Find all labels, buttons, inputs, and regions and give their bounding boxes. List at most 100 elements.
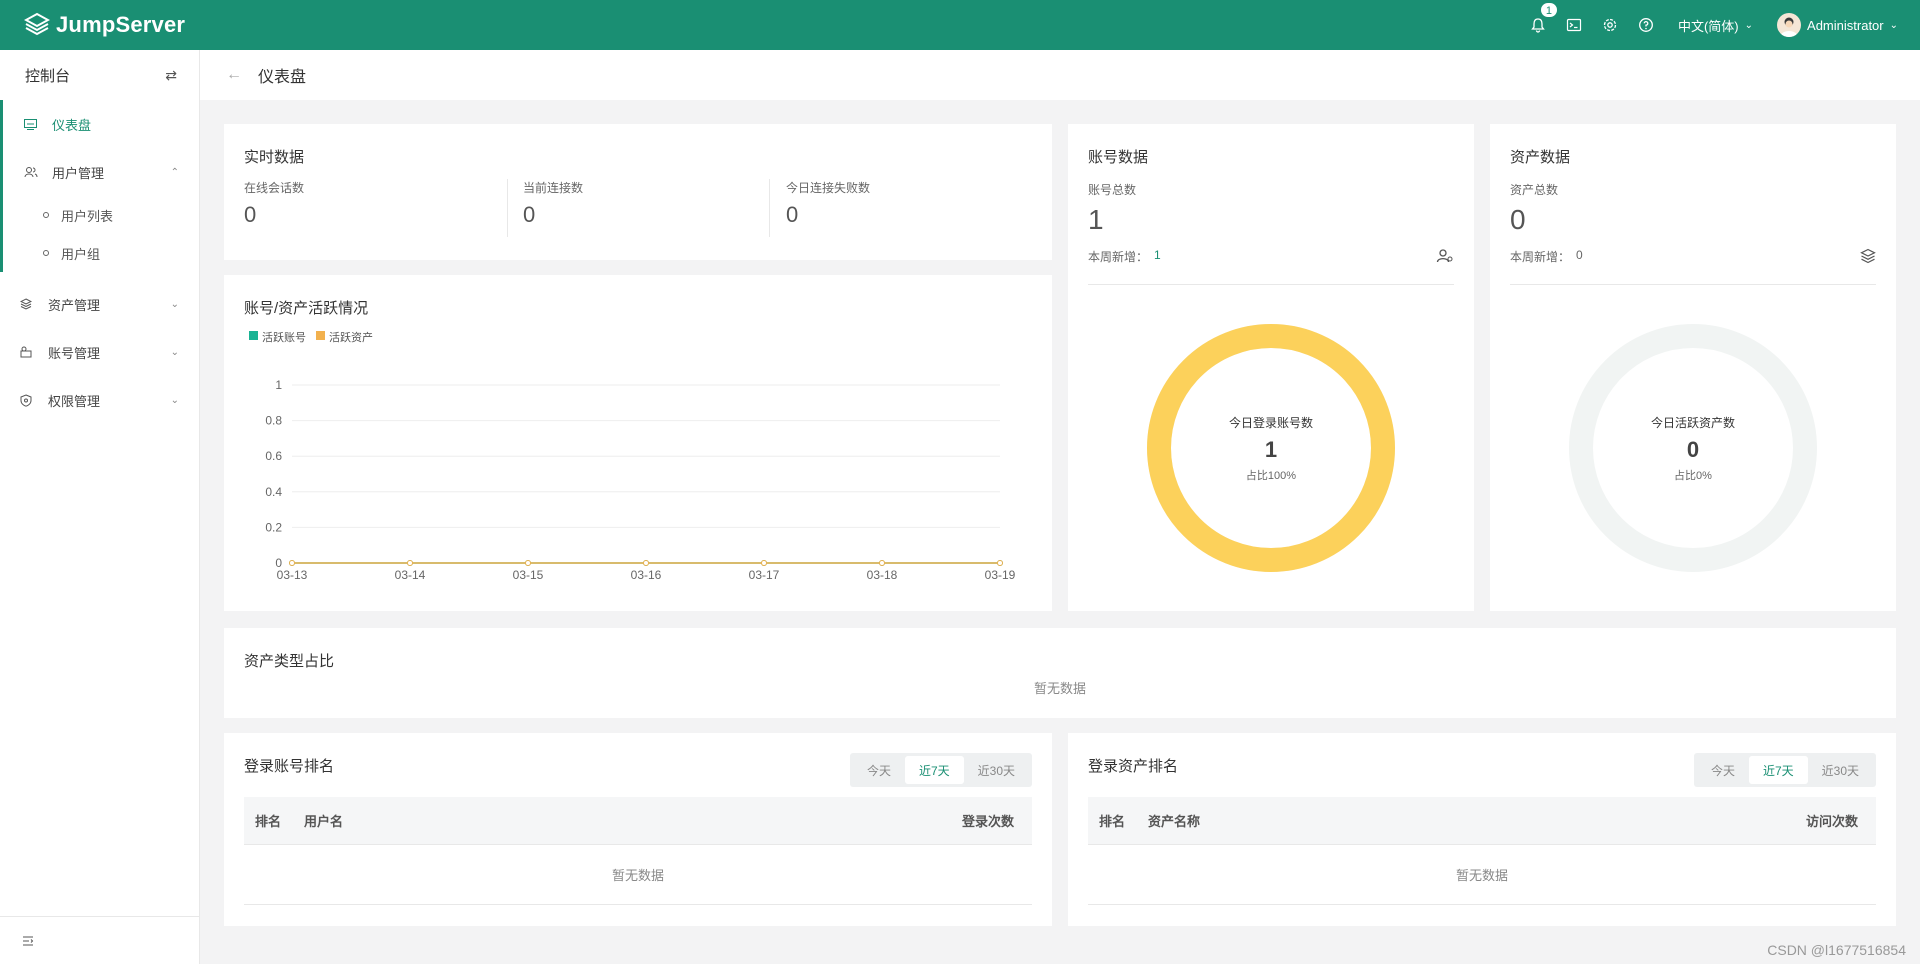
stat-current-connections: 当前连接数 0 (523, 179, 583, 237)
card-title: 登录账号排名 (244, 758, 335, 775)
accounts-total-value: 1 (1088, 204, 1104, 235)
stat-value: 0 (786, 202, 799, 227)
period-switch: 今天 近7天 近30天 (1693, 753, 1876, 787)
y-tick-label: 0.4 (265, 485, 282, 499)
x-tick-label: 03-18 (867, 568, 898, 582)
jumpserver-logo-icon (24, 12, 50, 36)
stat-value: 0 (244, 202, 257, 227)
sidebar-subitem-user-group[interactable]: 用户组 (3, 234, 199, 272)
divider (769, 179, 770, 237)
stat-online-sessions: 在线会话数 0 (244, 179, 304, 237)
stat-label: 今日连接失败数 (786, 181, 871, 195)
app-name: JumpServer (56, 12, 186, 37)
assets-ring-chart: 今日活跃资产数 0 占比0% (1569, 324, 1817, 572)
sidebar-item-label: 用户管理 (52, 165, 105, 181)
users-icon (1436, 249, 1453, 263)
empty-placeholder: 暂无数据 (1033, 681, 1086, 696)
ring-value: 1 (1264, 436, 1278, 462)
users-icon (24, 166, 40, 178)
y-tick-label: 0.2 (265, 520, 282, 534)
chevron-down-icon: ⌄ (1889, 19, 1898, 31)
accounts-week-new: 本周新增： 1 (1088, 248, 1161, 265)
dashboard-icon (24, 118, 40, 130)
help-button[interactable] (1628, 0, 1664, 50)
language-select[interactable]: 中文(简体) ⌄ (1678, 16, 1753, 35)
assets-card: 资产数据 资产总数 0 本周新增： 0 今日活跃资产数 0 占比0% (1490, 124, 1896, 611)
tab-today[interactable]: 今天 (1697, 756, 1749, 784)
sidebar-subitem-label: 用户列表 (61, 208, 114, 224)
chevron-down-icon: ⌄ (170, 346, 179, 358)
app-logo[interactable]: JumpServer (24, 12, 185, 38)
x-tick-label: 03-13 (277, 568, 308, 582)
data-point (997, 560, 1003, 566)
empty-placeholder: 暂无数据 (1455, 868, 1508, 883)
bullet-icon (43, 212, 49, 218)
ring-label: 今日活跃资产数 (1650, 415, 1735, 430)
watermark: CSDN @l1677516854 (1767, 942, 1906, 958)
settings-button[interactable] (1592, 0, 1628, 50)
tab-30-days[interactable]: 近30天 (1808, 756, 1873, 784)
divider (507, 179, 508, 237)
empty-placeholder: 暂无数据 (611, 868, 664, 883)
layers-icon (20, 298, 36, 310)
sidebar-item-label: 账号管理 (48, 345, 101, 361)
y-tick-label: 0.8 (265, 414, 282, 428)
login-users-ranking-card: 登录账号排名 今天 近7天 近30天 排名 用户名 登录次数 暂无数据 (224, 733, 1052, 926)
switch-view-icon[interactable]: ⇄ (165, 67, 177, 84)
terminal-button[interactable] (1556, 0, 1592, 50)
asset-types-card: 资产类型占比 暂无数据 (224, 628, 1896, 718)
sidebar-item-permission-management[interactable]: 权限管理 ⌄ (0, 376, 199, 424)
tab-today[interactable]: 今天 (853, 756, 905, 784)
top-bar: JumpServer 1 中文(简体) ⌄ Administrator ⌄ (0, 0, 1920, 50)
column-header[interactable]: 用户名 (304, 811, 962, 830)
column-header[interactable]: 资产名称 (1148, 811, 1806, 830)
ring-ratio: 占比100% (1245, 469, 1297, 482)
chevron-down-icon: ⌄ (170, 394, 179, 406)
tab-7-days[interactable]: 近7天 (1748, 756, 1808, 784)
stat-label: 当前连接数 (523, 181, 584, 195)
sidebar-group-users: 用户管理 ⌃ 用户列表 用户组 (0, 148, 199, 272)
sidebar-item-account-management[interactable]: 账号管理 ⌄ (0, 328, 199, 376)
table-header: 排名 资产名称 访问次数 (1088, 797, 1876, 845)
terminal-icon (1566, 18, 1582, 32)
stat-label: 在线会话数 (244, 181, 305, 195)
x-tick-label: 03-14 (395, 568, 426, 582)
stat-value: 0 (523, 202, 536, 227)
user-menu[interactable]: Administrator ⌄ (1777, 13, 1898, 37)
sidebar-item-label: 仪表盘 (52, 117, 92, 133)
tab-30-days[interactable]: 近30天 (964, 756, 1029, 784)
accounts-card: 账号数据 账号总数 1 本周新增： 1 今日登录账号数 1 占比100% (1068, 124, 1474, 611)
assets-total-label: 资产总数 (1510, 183, 1559, 197)
ring-ratio: 占比0% (1674, 469, 1712, 482)
column-header[interactable]: 登录次数 (962, 811, 1032, 830)
user-name: Administrator (1807, 17, 1884, 33)
week-new-value: 1 (1154, 248, 1161, 262)
week-new-value: 0 (1576, 248, 1583, 262)
accounts-total-label: 账号总数 (1088, 183, 1137, 197)
sidebar: 控制台 ⇄ 仪表盘 用户管理 ⌃ 用户列表 用户组 资产管理 ⌄ 账号管理 ⌄ … (0, 50, 200, 964)
notification-button[interactable]: 1 (1520, 0, 1558, 50)
column-header[interactable]: 访问次数 (1806, 811, 1876, 830)
sidebar-subitem-user-list[interactable]: 用户列表 (3, 196, 199, 234)
sidebar-item-label: 资产管理 (48, 297, 101, 313)
sidebar-item-dashboard[interactable]: 仪表盘 (0, 100, 199, 148)
week-new-label: 本周新增： (1510, 250, 1571, 264)
divider (1088, 284, 1454, 285)
sidebar-item-user-management[interactable]: 用户管理 ⌃ (3, 148, 199, 196)
column-header[interactable]: 排名 (244, 811, 304, 830)
stat-failed-connections: 今日连接失败数 0 (786, 179, 870, 237)
realtime-card: 实时数据 在线会话数 0 当前连接数 0 今日连接失败数 0 (224, 124, 1052, 260)
collapse-menu-icon (23, 936, 34, 945)
ring-label: 今日登录账号数 (1228, 415, 1313, 430)
card-title: 登录资产排名 (1088, 758, 1179, 775)
page-title: 仪表盘 (258, 69, 307, 86)
x-tick-label: 03-16 (631, 568, 662, 582)
collapse-sidebar-button[interactable] (0, 916, 199, 964)
back-arrow-icon[interactable]: ← (226, 66, 242, 84)
sidebar-item-asset-management[interactable]: 资产管理 ⌄ (0, 280, 199, 328)
column-header[interactable]: 排名 (1088, 811, 1148, 830)
data-point (643, 560, 649, 566)
x-tick-label: 03-19 (985, 568, 1016, 582)
table-body: 暂无数据 (244, 845, 1032, 905)
tab-7-days[interactable]: 近7天 (904, 756, 964, 784)
